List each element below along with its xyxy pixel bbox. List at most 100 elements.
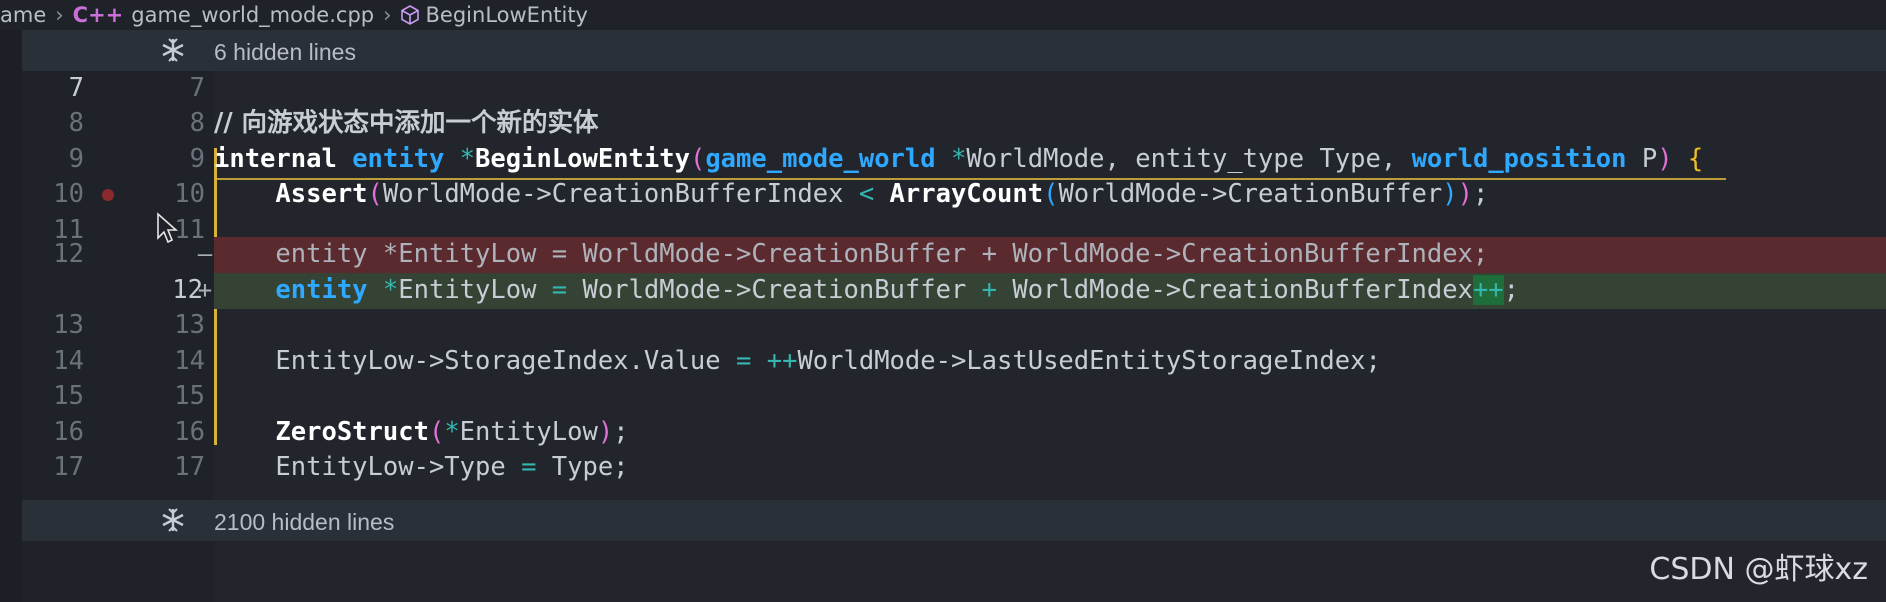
function-name: ZeroStruct xyxy=(275,417,429,447)
code-line: 17 17 EntityLow->Type = Type; xyxy=(22,450,1886,486)
operator: * xyxy=(444,417,460,447)
function-name: Assert xyxy=(275,179,368,209)
identifier: EntityLow xyxy=(459,417,598,447)
code-text: entity *EntityLow = WorldMode->CreationB… xyxy=(214,237,1488,273)
identifier: EntityLow->Type xyxy=(275,452,522,482)
breadcrumb-symbol[interactable]: BeginLowEntity xyxy=(426,3,588,27)
paren: ) xyxy=(1657,144,1673,174)
old-line-number: 15 xyxy=(53,381,84,411)
new-line-number: 15 xyxy=(174,381,205,411)
identifier: P xyxy=(1626,144,1658,174)
semicolon: ; xyxy=(1503,275,1520,305)
code-line: 9 9 internal entity *BeginLowEntity(game… xyxy=(22,142,1886,178)
identifier: WorldMode->LastUsedEntityStorageIndex; xyxy=(797,346,1381,376)
code-text: internal entity *BeginLowEntity(game_mod… xyxy=(214,142,1703,178)
code-line: 14 14 EntityLow->StorageIndex.Value = ++… xyxy=(22,344,1886,380)
operator: * xyxy=(367,275,399,305)
old-line-number: 16 xyxy=(53,417,84,447)
code-text: ZeroStruct(*EntityLow); xyxy=(214,415,629,451)
breadcrumb-folder[interactable]: ame xyxy=(0,3,46,27)
diff-editor: 6 hidden lines 7 7 8 8 // 向游戏状态中添加一个新的实体… xyxy=(0,30,1886,602)
editor-left-strip xyxy=(0,30,22,602)
operator: = xyxy=(521,452,537,482)
paren: ) xyxy=(1442,179,1458,209)
identifier: WorldMode->CreationBuffer xyxy=(567,275,982,305)
added-marker: + xyxy=(197,276,213,304)
operator: < xyxy=(858,179,875,209)
deleted-marker: — xyxy=(197,240,213,268)
old-line-number: 10 xyxy=(53,179,84,209)
code-text: EntityLow->Type = Type; xyxy=(214,450,629,486)
expand-fold-icon[interactable] xyxy=(160,37,186,63)
paren: ( xyxy=(367,179,383,209)
function-name: ArrayCount xyxy=(889,179,1044,209)
operator: = xyxy=(551,275,568,305)
new-line-number: 14 xyxy=(174,346,205,376)
operator: * xyxy=(459,144,476,174)
old-line-number: 12 xyxy=(53,239,84,269)
symbol-method-icon xyxy=(400,5,419,25)
new-line-number: 9 xyxy=(189,144,205,174)
code-text: Assert(WorldMode->CreationBufferIndex < … xyxy=(214,177,1488,213)
breadcrumb-file[interactable]: game_world_mode.cpp xyxy=(131,3,374,27)
old-line-number: 9 xyxy=(68,144,84,174)
new-line-number: 16 xyxy=(174,417,205,447)
added-line: 12 + entity *EntityLow = WorldMode->Crea… xyxy=(22,273,1886,309)
breadcrumb: ame › C++ game_world_mode.cpp › BeginLow… xyxy=(0,0,1886,30)
new-line-number: 8 xyxy=(189,108,205,138)
mouse-cursor-icon xyxy=(157,212,179,244)
code-line: 16 16 ZeroStruct(*EntityLow); xyxy=(22,415,1886,451)
brace: { xyxy=(1672,144,1704,174)
expand-fold-icon[interactable] xyxy=(160,507,186,533)
inserted-token: ++ xyxy=(1472,275,1504,305)
identifier: EntityLow xyxy=(398,275,552,305)
keyword: internal xyxy=(214,144,337,174)
paren: ( xyxy=(1043,179,1059,209)
old-line-number: 13 xyxy=(53,310,84,340)
hidden-lines-fold[interactable]: 6 hidden lines xyxy=(22,30,1886,71)
hidden-lines-fold[interactable]: 2100 hidden lines xyxy=(22,500,1886,541)
code-line: 15 15 xyxy=(22,379,1886,415)
paren: ) xyxy=(1457,179,1473,209)
old-line-number: 14 xyxy=(53,346,84,376)
code-line: 7 7 xyxy=(22,71,1886,107)
type-name: game_mode_world xyxy=(705,144,936,174)
identifier: Type; xyxy=(536,452,629,482)
semicolon: ; xyxy=(613,417,629,447)
function-name: BeginLowEntity xyxy=(475,144,690,174)
chevron-right-icon: › xyxy=(383,3,392,27)
identifier: WorldMode->CreationBufferIndex xyxy=(382,179,859,209)
new-line-number: 17 xyxy=(174,452,205,482)
semicolon: ; xyxy=(1472,179,1489,209)
type-name: entity xyxy=(275,275,368,305)
identifier: WorldMode->CreationBufferIndex xyxy=(997,275,1473,305)
code-line: 10 10 Assert(WorldMode->CreationBufferIn… xyxy=(22,177,1886,213)
identifier: WorldMode, entity_type Type, xyxy=(966,144,1412,174)
paren: ( xyxy=(689,144,706,174)
identifier: WorldMode->CreationBuffer xyxy=(1058,179,1443,209)
code-line: 8 8 // 向游戏状态中添加一个新的实体 xyxy=(22,106,1886,142)
paren: ) xyxy=(597,417,614,447)
code-text: EntityLow->StorageIndex.Value = ++WorldM… xyxy=(214,344,1381,380)
new-line-number: 13 xyxy=(174,310,205,340)
cpp-file-icon: C++ xyxy=(72,3,124,27)
operator: ++ xyxy=(766,346,798,376)
paren: ( xyxy=(428,417,445,447)
operator: * xyxy=(950,144,967,174)
new-line-number: 12 xyxy=(172,275,203,305)
old-line-number: 8 xyxy=(68,108,84,138)
old-line-number: 17 xyxy=(53,452,84,482)
new-line-number: 10 xyxy=(174,179,205,209)
deleted-code: entity *EntityLow = WorldMode->CreationB… xyxy=(275,239,1489,269)
deleted-line: 12 — entity *EntityLow = WorldMode->Crea… xyxy=(22,237,1886,273)
type-name: world_position xyxy=(1411,144,1627,174)
fold-label: 6 hidden lines xyxy=(214,39,356,65)
code-line: 13 13 xyxy=(22,308,1886,344)
fold-label: 2100 hidden lines xyxy=(214,509,395,535)
old-line-number: 7 xyxy=(68,73,84,103)
operator: + xyxy=(981,275,998,305)
code-comment: // 向游戏状态中添加一个新的实体 xyxy=(214,108,599,138)
new-line-number: 7 xyxy=(189,73,205,103)
